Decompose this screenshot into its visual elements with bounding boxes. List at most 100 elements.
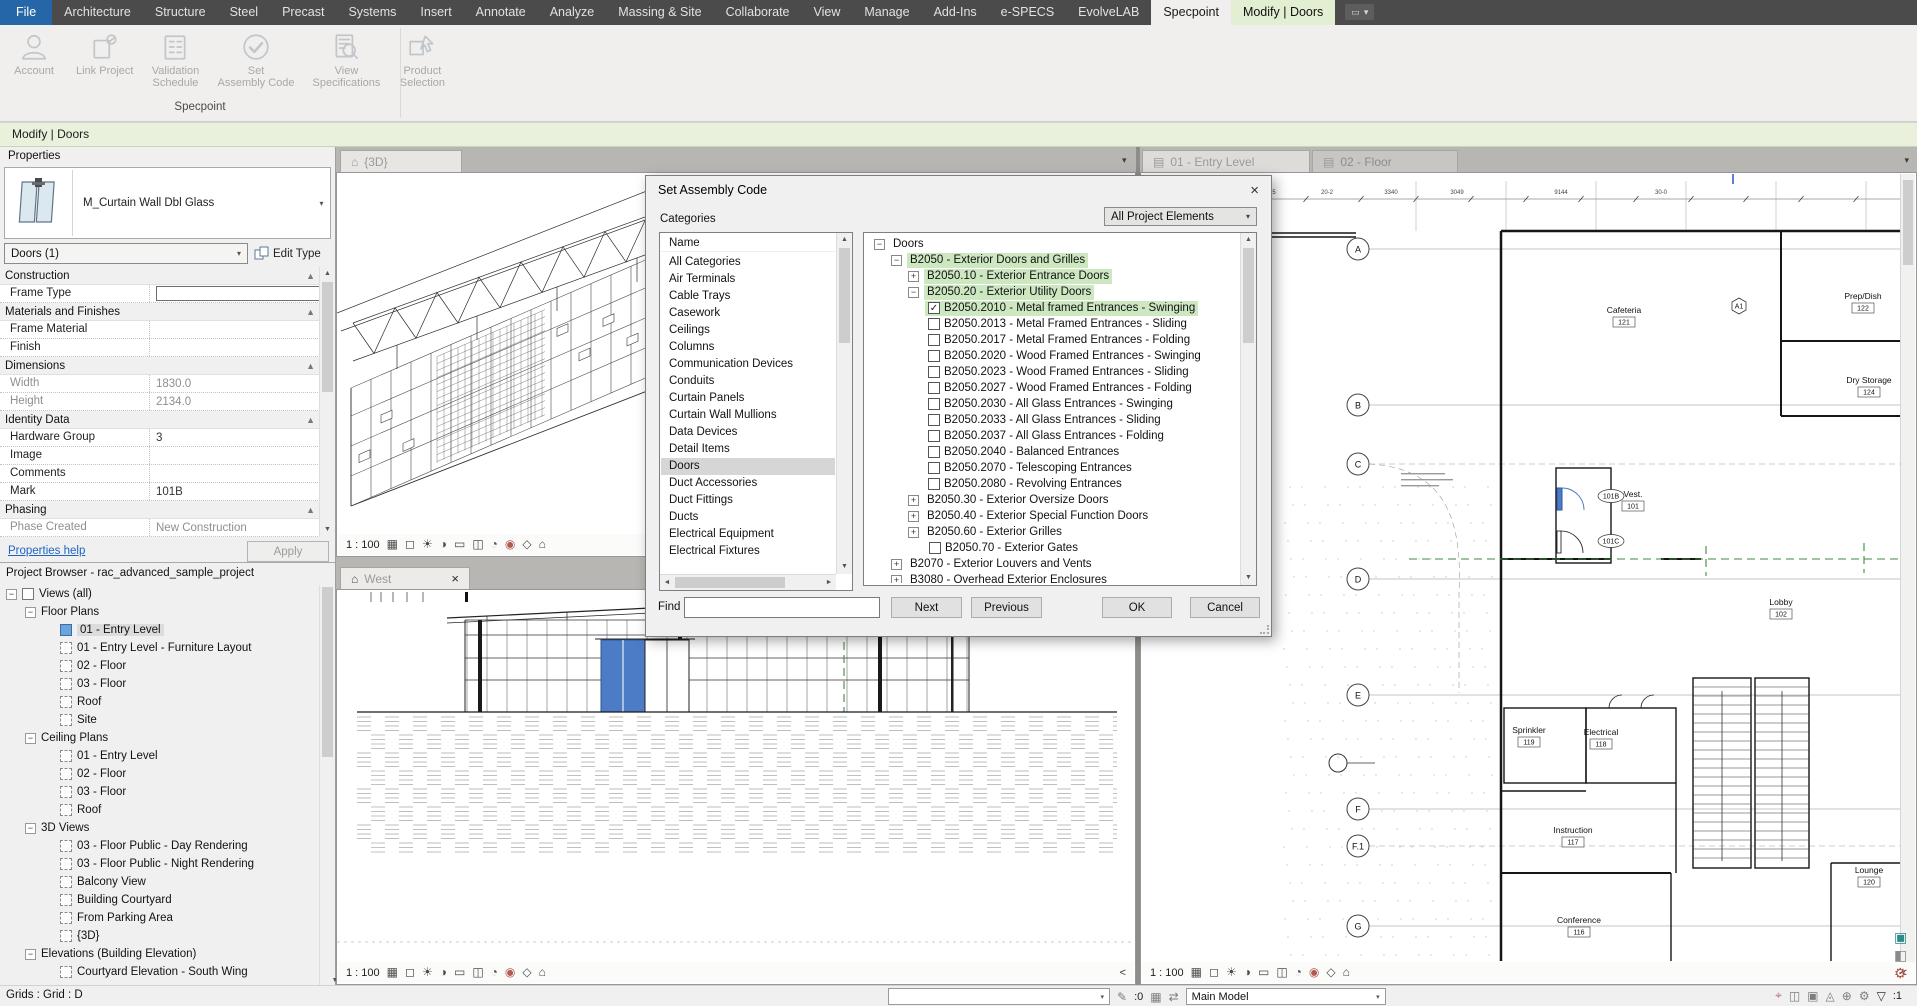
- close-icon[interactable]: ×: [451, 571, 459, 586]
- select-by-face-icon[interactable]: ◬: [1826, 989, 1835, 1003]
- assembly-node-doors[interactable]: −Doors: [866, 236, 1239, 252]
- category-item-ducts[interactable]: Ducts: [661, 509, 835, 526]
- collapse-icon[interactable]: −: [874, 239, 885, 250]
- property-value-phase-created[interactable]: New Construction: [150, 519, 320, 536]
- category-item-casework[interactable]: Casework: [661, 305, 835, 322]
- category-item-data-devices[interactable]: Data Devices: [661, 424, 835, 441]
- assembly-node-b2050-2027[interactable]: B2050.2027 - Wood Framed Entrances - Fol…: [866, 380, 1239, 396]
- assembly-checkbox[interactable]: [928, 398, 940, 410]
- browser-item-03-floor[interactable]: 03 - Floor: [0, 783, 319, 801]
- property-section-identity-data[interactable]: Identity Data▲: [0, 411, 320, 429]
- assembly-node-b2050-2023[interactable]: B2050.2023 - Wood Framed Entrances - Sli…: [866, 364, 1239, 380]
- expand-icon[interactable]: +: [891, 559, 902, 570]
- drag-on-selection-icon[interactable]: ⊕: [1842, 989, 1852, 1003]
- show-crop-region-icon[interactable]: ◫: [472, 534, 483, 555]
- assembly-node-b3080[interactable]: +B3080 - Overhead Exterior Enclosures: [866, 572, 1239, 583]
- select-underlay-icon[interactable]: ◫: [1789, 989, 1800, 1003]
- close-icon[interactable]: ×: [1250, 182, 1259, 199]
- category-item-cable-trays[interactable]: Cable Trays: [661, 288, 835, 305]
- frame-type-input[interactable]: [156, 286, 320, 301]
- view-tab-3d[interactable]: ⌂{3D}: [340, 150, 462, 172]
- property-section-construction[interactable]: Construction▲: [0, 267, 320, 285]
- browser-item-01-entry-level[interactable]: 01 - Entry Level: [0, 621, 319, 639]
- account-button[interactable]: Account: [6, 30, 62, 91]
- category-item-air-terminals[interactable]: Air Terminals: [661, 271, 835, 288]
- temporary-hide-isolate-icon[interactable]: ◔: [491, 534, 498, 555]
- reveal-hidden-elements-icon[interactable]: ◉: [505, 534, 515, 555]
- plan-scrollbar[interactable]: [1900, 174, 1915, 962]
- collapse-chevron-icon[interactable]: ▲: [306, 415, 315, 425]
- expand-icon[interactable]: +: [908, 511, 919, 522]
- assembly-node-b2050-2013[interactable]: B2050.2013 - Metal Framed Entrances - Sl…: [866, 316, 1239, 332]
- shadows-icon[interactable]: ◑: [440, 534, 447, 555]
- browser-item-01-entry-level-furniture-layout[interactable]: 01 - Entry Level - Furniture Layout: [0, 639, 319, 657]
- scrollbar-thumb[interactable]: [322, 282, 333, 392]
- workset-display-icon[interactable]: ▦: [1150, 990, 1161, 1004]
- home-icon[interactable]: ⌂: [539, 962, 546, 983]
- property-value-frame-type[interactable]: [150, 285, 320, 302]
- assembly-node-b2050-2030[interactable]: B2050.2030 - All Glass Entrances - Swing…: [866, 396, 1239, 412]
- product-selection-button[interactable]: ProductSelection: [394, 30, 450, 91]
- collapse-chevron-icon[interactable]: ▲: [306, 307, 315, 317]
- temporary-hide-isolate-icon[interactable]: ◔: [1295, 962, 1302, 983]
- ribbon-tab-modify-doors[interactable]: Modify | Doors: [1231, 0, 1335, 25]
- categories-column-header[interactable]: Name: [661, 235, 835, 252]
- browser-item-02-floor[interactable]: 02 - Floor: [0, 657, 319, 675]
- previous-button[interactable]: Previous: [971, 597, 1042, 618]
- view-specifications-button[interactable]: ViewSpecifications: [309, 30, 385, 91]
- visual-style-icon[interactable]: ◻: [405, 962, 415, 983]
- home-icon[interactable]: ⌂: [1343, 962, 1350, 983]
- browser-scrollbar[interactable]: ▼: [319, 585, 335, 985]
- category-item-electrical-fixtures[interactable]: Electrical Fixtures: [661, 543, 835, 560]
- browser-item-3d[interactable]: {3D}: [0, 927, 319, 945]
- expand-icon[interactable]: +: [891, 575, 902, 584]
- view-scale-label[interactable]: 1 : 100: [346, 967, 380, 979]
- visual-style-icon[interactable]: ◻: [1209, 962, 1219, 983]
- assembly-node-b2050-2070[interactable]: B2050.2070 - Telescoping Entrances: [866, 460, 1239, 476]
- collapse-icon[interactable]: −: [25, 949, 36, 960]
- set-assembly-code-button[interactable]: SetAssembly Code: [213, 30, 298, 91]
- browser-item-site[interactable]: Site: [0, 711, 319, 729]
- category-item-conduits[interactable]: Conduits: [661, 373, 835, 390]
- property-value-hardware-group[interactable]: 3: [150, 429, 320, 446]
- ribbon-tab-structure[interactable]: Structure: [143, 0, 218, 25]
- property-section-phasing[interactable]: Phasing▲: [0, 501, 320, 519]
- select-pinned-icon[interactable]: ▣: [1807, 989, 1818, 1003]
- ribbon-tab-evolvelab[interactable]: EvolveLAB: [1066, 0, 1151, 25]
- scroll-up-icon[interactable]: ▲: [320, 267, 335, 281]
- scroll-down-icon[interactable]: ▼: [1241, 571, 1256, 585]
- properties-scrollbar[interactable]: ▲▼: [319, 267, 335, 537]
- validation-schedule-button[interactable]: ValidationSchedule: [147, 30, 203, 91]
- sun-path-icon[interactable]: ☀: [422, 534, 433, 555]
- reveal-hidden-elements-icon[interactable]: ◉: [1309, 962, 1319, 983]
- crop-view-icon[interactable]: ▭: [1258, 962, 1269, 983]
- browser-item-roof[interactable]: Roof: [0, 801, 319, 819]
- category-item-duct-fittings[interactable]: Duct Fittings: [661, 492, 835, 509]
- browser-item-03-floor-public-day-rendering[interactable]: 03 - Floor Public - Day Rendering: [0, 837, 319, 855]
- ribbon-tab-annotate[interactable]: Annotate: [464, 0, 538, 25]
- assembly-checkbox[interactable]: [928, 318, 940, 330]
- assembly-checkbox[interactable]: [928, 462, 940, 474]
- link-project-button[interactable]: Link Project: [72, 30, 137, 91]
- scroll-left-icon[interactable]: ◄: [660, 575, 674, 590]
- assembly-node-b2050-2010[interactable]: ✓B2050.2010 - Metal framed Entrances - S…: [866, 300, 1239, 316]
- expand-icon[interactable]: +: [908, 527, 919, 538]
- category-item-all-categories[interactable]: All Categories: [661, 254, 835, 271]
- assembly-node-b2050-10[interactable]: +B2050.10 - Exterior Entrance Doors: [866, 268, 1239, 284]
- assembly-node-b2050-70[interactable]: B2050.70 - Exterior Gates: [866, 540, 1239, 556]
- scroll-right-icon[interactable]: ►: [822, 575, 836, 590]
- file-menu-button[interactable]: File: [0, 0, 52, 25]
- scroll-down-icon[interactable]: ▼: [320, 523, 335, 537]
- sun-path-icon[interactable]: ☀: [1226, 962, 1237, 983]
- assembly-checkbox[interactable]: ✓: [928, 302, 940, 314]
- background-processes-icon[interactable]: ⚙: [1859, 989, 1870, 1003]
- resize-grip[interactable]: [1260, 625, 1269, 634]
- find-input[interactable]: [684, 597, 880, 618]
- browser-item-roof[interactable]: Roof: [0, 693, 319, 711]
- view-scale-label[interactable]: 1 : 100: [1150, 967, 1184, 979]
- scrollbar-thumb[interactable]: [322, 587, 333, 757]
- browser-item-01-entry-level[interactable]: 01 - Entry Level: [0, 747, 319, 765]
- collapse-chevron-icon[interactable]: ▲: [306, 271, 315, 281]
- type-selector[interactable]: M_Curtain Wall Dbl Glass ▾: [4, 167, 331, 239]
- property-value-height[interactable]: 2134.0: [150, 393, 320, 410]
